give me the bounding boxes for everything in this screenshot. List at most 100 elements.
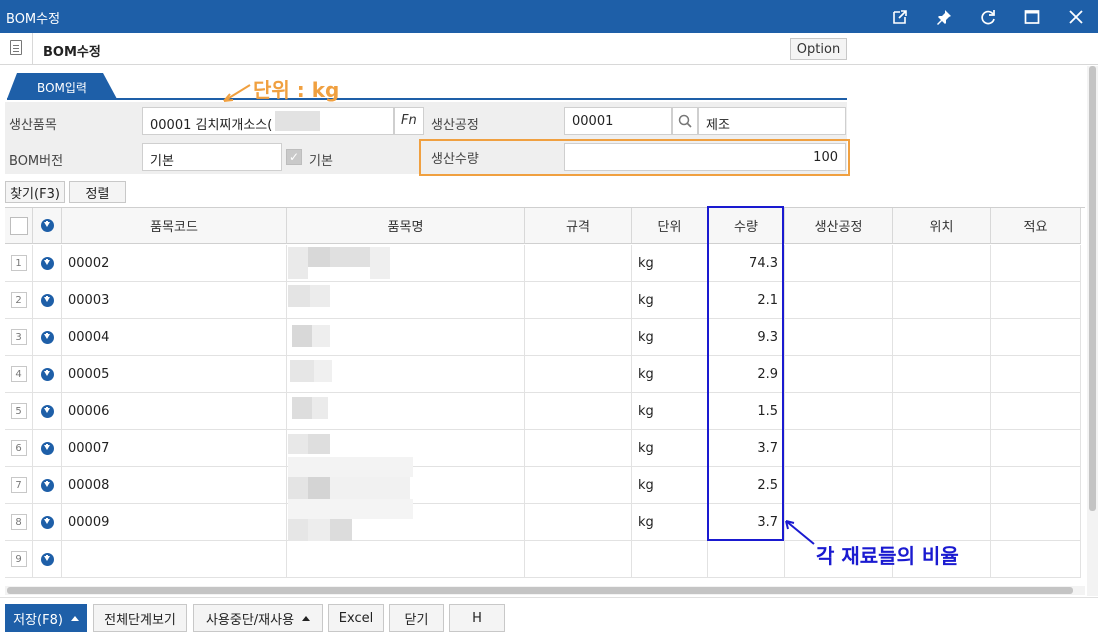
refresh-icon[interactable] [966, 0, 1010, 33]
row-number[interactable]: 1 [5, 245, 33, 282]
cell-spec[interactable] [525, 430, 632, 467]
cell-spec[interactable] [525, 393, 632, 430]
cell-spec[interactable] [525, 541, 632, 578]
option-button[interactable]: Option [790, 38, 847, 60]
search-button[interactable] [672, 107, 698, 135]
cell-remark[interactable] [991, 356, 1081, 393]
cell-unit[interactable]: kg [632, 319, 708, 356]
pin-icon[interactable] [922, 0, 966, 33]
fn-button[interactable]: Fn [394, 107, 424, 135]
process-code-input[interactable]: 00001 [564, 107, 672, 135]
close-button[interactable]: 닫기 [389, 604, 444, 632]
col-header-spec[interactable]: 규격 [525, 208, 632, 244]
cell-code[interactable]: 00007 [62, 430, 287, 467]
cell-code[interactable]: 00009 [62, 504, 287, 541]
row-expand[interactable] [33, 282, 62, 319]
cell-process[interactable] [785, 245, 893, 282]
external-link-icon[interactable] [878, 0, 922, 33]
cell-location[interactable] [893, 282, 991, 319]
cell-process[interactable] [785, 356, 893, 393]
arrow-down-icon[interactable] [40, 293, 54, 307]
cell-spec[interactable] [525, 356, 632, 393]
cell-unit[interactable] [632, 541, 708, 578]
cell-remark[interactable] [991, 282, 1081, 319]
h-button[interactable]: H [449, 604, 505, 632]
row-expand[interactable] [33, 356, 62, 393]
find-button[interactable]: 찾기(F3) [5, 181, 65, 203]
close-icon[interactable] [1054, 0, 1098, 33]
cell-remark[interactable] [991, 393, 1081, 430]
view-all-steps-button[interactable]: 전체단계보기 [93, 604, 187, 632]
arrow-down-icon[interactable] [40, 478, 54, 492]
arrow-down-icon[interactable] [40, 330, 54, 344]
row-expand[interactable] [33, 504, 62, 541]
row-expand[interactable] [33, 430, 62, 467]
arrow-down-icon[interactable] [40, 367, 54, 381]
cell-code[interactable]: 00008 [62, 467, 287, 504]
row-expand[interactable] [33, 467, 62, 504]
row-number[interactable]: 8 [5, 504, 33, 541]
arrow-down-icon[interactable] [40, 515, 54, 529]
sort-button[interactable]: 정렬 [69, 181, 126, 203]
cell-code[interactable]: 00002 [62, 245, 287, 282]
arrow-down-icon[interactable] [40, 441, 54, 455]
row-number[interactable]: 5 [5, 393, 33, 430]
stop-reuse-button[interactable]: 사용중단/재사용 [193, 604, 323, 632]
col-header-unit[interactable]: 단위 [632, 208, 708, 244]
maximize-icon[interactable] [1010, 0, 1054, 33]
cell-location[interactable] [893, 319, 991, 356]
row-number[interactable]: 7 [5, 467, 33, 504]
cell-process[interactable] [785, 467, 893, 504]
row-number[interactable]: 6 [5, 430, 33, 467]
cell-code[interactable]: 00003 [62, 282, 287, 319]
cell-remark[interactable] [991, 430, 1081, 467]
product-input[interactable]: 00001 김치찌개소스( [142, 107, 394, 135]
col-header-remark[interactable]: 적요 [991, 208, 1081, 244]
cell-unit[interactable]: kg [632, 356, 708, 393]
cell-location[interactable] [893, 393, 991, 430]
row-expand[interactable] [33, 541, 62, 578]
col-header-process[interactable]: 생산공정 [785, 208, 893, 244]
cell-remark[interactable] [991, 541, 1081, 578]
cell-spec[interactable] [525, 504, 632, 541]
cell-spec[interactable] [525, 319, 632, 356]
cell-location[interactable] [893, 504, 991, 541]
cell-remark[interactable] [991, 467, 1081, 504]
cell-code[interactable]: 00006 [62, 393, 287, 430]
cell-process[interactable] [785, 393, 893, 430]
cell-location[interactable] [893, 356, 991, 393]
save-button[interactable]: 저장(F8) [5, 604, 87, 632]
row-number[interactable]: 2 [5, 282, 33, 319]
cell-spec[interactable] [525, 467, 632, 504]
cell-unit[interactable]: kg [632, 467, 708, 504]
cell-unit[interactable]: kg [632, 430, 708, 467]
cell-remark[interactable] [991, 319, 1081, 356]
cell-code[interactable] [62, 541, 287, 578]
col-header-location[interactable]: 위치 [893, 208, 991, 244]
cell-unit[interactable]: kg [632, 245, 708, 282]
default-checkbox[interactable]: ✓ [286, 149, 302, 165]
cell-unit[interactable]: kg [632, 393, 708, 430]
cell-code[interactable]: 00004 [62, 319, 287, 356]
cell-process[interactable] [785, 282, 893, 319]
select-all-header[interactable] [5, 208, 33, 244]
arrow-down-icon[interactable] [40, 552, 54, 566]
col-header-name[interactable]: 품목명 [287, 208, 525, 244]
cell-process[interactable] [785, 430, 893, 467]
arrow-down-icon[interactable] [40, 256, 54, 270]
vertical-scrollbar[interactable] [1087, 66, 1098, 596]
cell-process[interactable] [785, 319, 893, 356]
horizontal-scrollbar[interactable] [5, 586, 1085, 595]
excel-button[interactable]: Excel [328, 604, 384, 632]
select-all-checkbox[interactable] [9, 216, 28, 235]
arrow-down-icon[interactable] [40, 404, 54, 418]
tab-bom-input[interactable]: BOM입력 [7, 73, 117, 99]
cell-code[interactable]: 00005 [62, 356, 287, 393]
row-expand[interactable] [33, 245, 62, 282]
cell-remark[interactable] [991, 245, 1081, 282]
cell-remark[interactable] [991, 504, 1081, 541]
cell-name[interactable] [287, 541, 525, 578]
cell-unit[interactable]: kg [632, 282, 708, 319]
row-expand[interactable] [33, 319, 62, 356]
cell-spec[interactable] [525, 245, 632, 282]
